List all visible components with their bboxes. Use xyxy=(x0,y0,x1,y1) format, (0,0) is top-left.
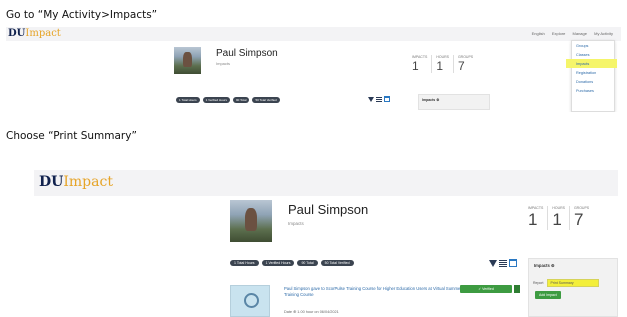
view-toolbar xyxy=(368,96,392,102)
activity-item: Paul Simpson gave to ScorPulse Training … xyxy=(230,279,520,317)
screenshot-print-summary: DUImpact Paul Simpson Impacts IMPACTS 1 H… xyxy=(34,170,618,317)
stat-value: 1 xyxy=(552,210,562,229)
logo-du-text: DU xyxy=(8,28,26,39)
top-header xyxy=(34,170,618,196)
stat-impacts: IMPACTS 1 xyxy=(408,55,431,73)
nav-english[interactable]: English xyxy=(532,31,545,36)
filter-pill[interactable]: 90 Total xyxy=(297,260,318,266)
list-view-icon[interactable] xyxy=(499,259,507,267)
stat-value: 1 xyxy=(436,59,443,73)
profile-name: Paul Simpson xyxy=(288,202,369,217)
stat-impacts: IMPACTS 1 xyxy=(524,206,547,230)
filter-icon[interactable] xyxy=(368,96,374,102)
impacts-panel: Impacts ⚙ xyxy=(418,94,490,110)
report-select[interactable]: Print Summary xyxy=(546,279,599,287)
stat-hours: HOURS 1 xyxy=(431,55,453,73)
filter-pill[interactable]: 1 Verified Hours xyxy=(261,260,295,266)
logo-du-text: DU xyxy=(39,174,64,190)
logo-impact-text: Impact xyxy=(25,28,61,39)
nav-manage[interactable]: Manage xyxy=(573,31,587,36)
filter-pills: 1 Total Hours 1 Verified Hours 90 Total … xyxy=(176,97,283,103)
screenshot-my-activity-menu: DUImpact English Explore Manage My Activ… xyxy=(6,27,621,112)
profile-name: Paul Simpson xyxy=(216,48,278,59)
logo-impact-text: Impact xyxy=(63,174,113,190)
menu-item-registration[interactable]: Registration xyxy=(572,68,614,77)
profile-stats: IMPACTS 1 HOURS 1 GROUPS 7 xyxy=(408,55,477,73)
filter-pills: 1 Total Hours 1 Verified Hours 90 Total … xyxy=(230,260,357,266)
filter-pill[interactable]: 50 Total Verified xyxy=(320,260,354,266)
nav-my-activity[interactable]: My Activity xyxy=(594,31,613,36)
my-activity-dropdown: Groups Classes Impacts Registration Dona… xyxy=(566,40,617,112)
filter-icon[interactable] xyxy=(489,259,497,267)
profile-subtitle: Impacts xyxy=(288,221,304,226)
report-label: Report xyxy=(533,281,544,285)
filter-pill[interactable]: 1 Total Hours xyxy=(176,97,200,103)
activity-meta: Date ⊕ 1.00 hour on 06/04/2021 xyxy=(284,310,339,314)
impacts-panel-title: Impacts ⚙ xyxy=(534,263,555,268)
activity-thumbnail[interactable] xyxy=(230,285,270,317)
list-view-icon[interactable] xyxy=(376,96,382,102)
calendar-icon[interactable] xyxy=(384,96,390,102)
menu-item-purchases[interactable]: Purchases xyxy=(572,86,614,95)
calendar-icon[interactable] xyxy=(509,259,517,267)
nav-explore[interactable]: Explore xyxy=(552,31,566,36)
stat-value: 7 xyxy=(573,210,584,229)
profile-stats: IMPACTS 1 HOURS 1 GROUPS 7 xyxy=(524,206,593,230)
menu-item-classes[interactable]: Classes xyxy=(572,50,614,59)
du-impact-logo[interactable]: DUImpact xyxy=(39,174,113,190)
report-row: Report Print Summary xyxy=(533,279,599,287)
status-dropdown-caret[interactable] xyxy=(514,285,520,293)
stat-value: 1 xyxy=(412,59,419,73)
stat-hours: HOURS 1 xyxy=(547,206,569,230)
stat-groups: GROUPS 7 xyxy=(568,206,593,230)
stat-value: 7 xyxy=(457,59,465,73)
filter-pill[interactable]: 1 Verified Hours xyxy=(202,97,230,103)
view-toolbar xyxy=(489,259,519,267)
filter-pill[interactable]: 50 Total Verified xyxy=(252,97,280,103)
filter-pill[interactable]: 90 Total xyxy=(232,97,250,103)
verified-status-button[interactable]: ✓ Verified xyxy=(460,285,512,293)
profile-avatar xyxy=(230,200,272,242)
profile-avatar xyxy=(174,47,201,74)
instruction-step-2: Choose “Print Summary” xyxy=(6,130,137,142)
instruction-step-1: Go to “My Activity>Impacts” xyxy=(6,9,158,21)
filter-pill[interactable]: 1 Total Hours xyxy=(230,260,259,266)
activity-title-link[interactable]: Paul Simpson gave to ScorPulse Training … xyxy=(284,286,464,297)
menu-item-groups[interactable]: Groups xyxy=(572,41,614,50)
top-navigation: English Explore Manage My Activity xyxy=(526,31,613,36)
menu-item-impacts[interactable]: Impacts xyxy=(566,59,617,68)
impacts-panel-title: Impacts ⚙ xyxy=(422,98,440,102)
impacts-panel: Impacts ⚙ Report Print Summary Add Impac… xyxy=(528,258,618,317)
menu-item-donations[interactable]: Donations xyxy=(572,77,614,86)
stat-value: 1 xyxy=(528,210,538,229)
profile-subtitle: Impacts xyxy=(216,61,231,66)
stat-groups: GROUPS 7 xyxy=(452,55,477,73)
du-impact-logo[interactable]: DUImpact xyxy=(8,28,61,39)
add-impact-button[interactable]: Add Impact xyxy=(535,291,561,299)
